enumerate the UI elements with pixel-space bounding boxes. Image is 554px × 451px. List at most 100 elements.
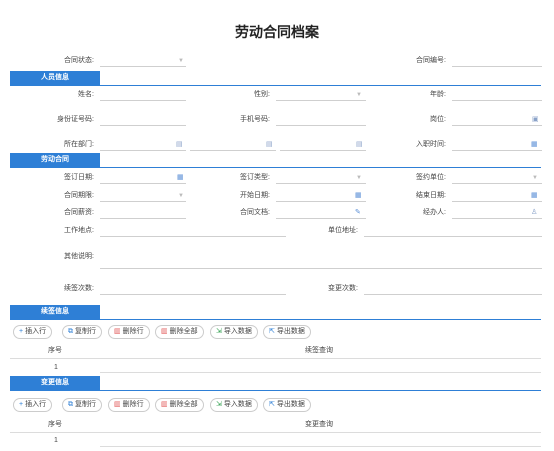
org-picker-icon[interactable]: ▤ [266,140,273,150]
idcard-field[interactable] [100,115,186,126]
caret-down-icon: ▼ [178,193,184,199]
import-data-button[interactable]: ⇲ 导入数据 [210,325,258,339]
org-picker-icon[interactable]: ▤ [356,140,363,150]
section-change: 变更信息 [10,376,541,391]
start-date-label: 开始日期: [240,192,270,199]
idcard-label: 身份证号码: [57,116,94,123]
sign-type-select[interactable] [276,173,366,184]
id-card-icon[interactable]: ▣ [532,115,539,125]
phone-label: 手机号码: [240,116,270,123]
page-title: 劳动合同档案 [235,24,319,40]
name-label: 姓名: [78,91,94,98]
plus-icon: + [19,401,24,408]
start-date-field[interactable] [276,191,366,202]
insert-row-button[interactable]: + 插入行 [13,325,53,339]
renew-count-label: 续签次数: [64,285,94,292]
delete-all-button[interactable]: ▥ 删除全部 [155,398,204,412]
copy-icon: ⧉ [68,401,73,408]
sign-type-label: 签订类型: [240,174,270,181]
term-label: 合同期限: [64,192,94,199]
section-tab-renew: 续签信息 [10,305,100,319]
dept-field-3[interactable] [280,140,366,151]
salary-label: 合同薪资: [64,209,94,216]
contract-status-label: 合同状态: [64,57,94,64]
caret-down-icon: ▼ [532,175,538,181]
contract-number-field[interactable] [452,56,542,67]
dept-field-2[interactable] [190,140,276,151]
section-tab-change: 变更信息 [10,376,100,390]
renew-col-query: 续签查询 [305,347,333,354]
change-count-label: 变更次数: [328,285,358,292]
trash-all-icon: ▥ [161,328,168,335]
trash-icon: ▥ [114,328,121,335]
handler-label: 经办人: [423,209,446,216]
sign-unit-select[interactable] [452,173,542,184]
phone-field[interactable] [276,115,366,126]
trash-all-icon: ▥ [161,401,168,408]
copy-row-button[interactable]: ⧉ 复制行 [62,325,102,339]
user-icon[interactable]: ♙ [531,208,537,218]
export-icon: ⇱ [269,401,275,408]
unit-address-label: 单位地址: [328,227,358,234]
gender-label: 性别: [254,91,270,98]
post-field[interactable] [452,115,542,126]
renew-count-field[interactable] [100,284,286,295]
trash-icon: ▥ [114,401,121,408]
name-field[interactable] [100,90,186,101]
handler-field[interactable] [452,208,542,219]
doc-label: 合同文档: [240,209,270,216]
sign-date-label: 签订日期: [64,174,94,181]
gender-select[interactable] [276,90,366,101]
end-date-label: 结束日期: [416,192,446,199]
change-count-field[interactable] [364,284,542,295]
caret-down-icon: ▼ [178,58,184,64]
caret-down-icon: ▼ [356,175,362,181]
change-row-seq: 1 [54,437,58,444]
delete-row-button[interactable]: ▥ 删除行 [108,325,150,339]
caret-down-icon: ▼ [356,92,362,98]
calendar-icon[interactable]: ▦ [355,191,362,201]
plus-icon: + [19,328,24,335]
unit-address-field[interactable] [364,226,542,237]
import-data-button[interactable]: ⇲ 导入数据 [210,398,258,412]
copy-row-button[interactable]: ⧉ 复制行 [62,398,102,412]
other-notes-textarea[interactable] [100,250,542,269]
section-personal: 人员信息 [10,71,541,86]
export-data-button[interactable]: ⇱ 导出数据 [263,325,311,339]
salary-field[interactable] [100,208,186,219]
section-contract: 劳动合同 [10,153,541,168]
change-col-query: 变更查询 [305,421,333,428]
join-date-label: 入职时间: [416,141,446,148]
renew-col-seq: 序号 [48,347,62,354]
delete-row-button[interactable]: ▥ 删除行 [108,398,150,412]
sign-date-field[interactable] [100,173,186,184]
renew-row-field[interactable] [100,372,541,373]
contract-status-select[interactable] [100,56,186,67]
renew-header-divider [10,358,541,359]
term-select[interactable] [100,191,186,202]
workplace-field[interactable] [100,226,286,237]
paperclip-icon[interactable]: ✎ [355,208,361,218]
export-data-button[interactable]: ⇱ 导出数据 [263,398,311,412]
post-label: 岗位: [430,116,446,123]
age-label: 年龄: [430,91,446,98]
doc-upload[interactable] [276,208,366,219]
section-tab-personal: 人员信息 [10,71,100,85]
insert-row-button[interactable]: + 插入行 [13,398,53,412]
calendar-icon[interactable]: ▦ [531,140,538,150]
delete-all-button[interactable]: ▥ 删除全部 [155,325,204,339]
dept-field[interactable] [100,140,186,151]
join-date-field[interactable] [452,140,542,151]
change-header-divider [10,432,541,433]
dept-label: 所在部门: [64,141,94,148]
org-picker-icon[interactable]: ▤ [176,140,183,150]
calendar-icon[interactable]: ▦ [177,173,184,183]
section-tab-contract: 劳动合同 [10,153,100,167]
age-field[interactable] [452,90,542,101]
other-notes-label: 其他说明: [64,253,94,260]
import-icon: ⇲ [216,328,222,335]
end-date-field[interactable] [452,191,542,202]
calendar-icon[interactable]: ▦ [531,191,538,201]
renew-row-seq: 1 [54,364,58,371]
change-row-field[interactable] [100,446,541,447]
